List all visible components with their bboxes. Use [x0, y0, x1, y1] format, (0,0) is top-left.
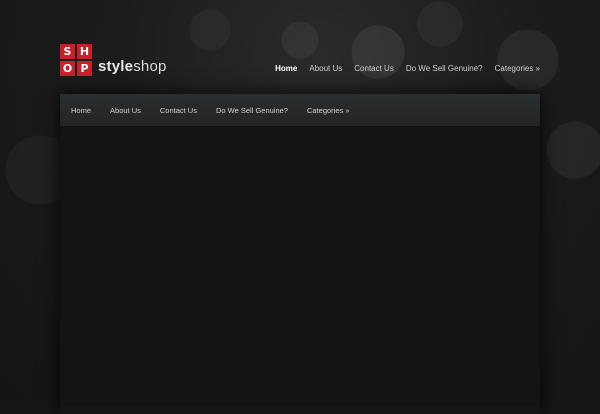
main-nav-list: Home About Us Contact Us Do We Sell Genu…: [60, 94, 540, 126]
top-nav: Home About Us Contact Us Do We Sell Genu…: [275, 63, 540, 75]
main-nav-contact-us[interactable]: Contact Us: [160, 106, 197, 115]
main-nav-about-us[interactable]: About Us: [110, 106, 141, 115]
top-nav-contact-us[interactable]: Contact Us: [354, 63, 394, 75]
content-area: [60, 126, 540, 406]
main-nav-bar: Home About Us Contact Us Do We Sell Genu…: [60, 94, 540, 127]
top-nav-do-we-sell-genuine[interactable]: Do We Sell Genuine?: [406, 63, 483, 75]
main-nav-do-we-sell-genuine[interactable]: Do We Sell Genuine?: [216, 106, 288, 115]
logo[interactable]: S H O P: [60, 44, 92, 76]
logo-tile-p: P: [77, 61, 92, 76]
top-nav-home[interactable]: Home: [275, 63, 297, 75]
brand-name[interactable]: styleshop: [98, 58, 167, 76]
brand-name-strong: style: [98, 58, 134, 75]
main-nav-home[interactable]: Home: [71, 106, 91, 115]
top-nav-about-us[interactable]: About Us: [309, 63, 342, 75]
main-nav-categories[interactable]: Categories »: [307, 106, 350, 115]
logo-tile-o: O: [60, 61, 75, 76]
top-nav-categories[interactable]: Categories »: [495, 63, 540, 75]
brand-name-light: shop: [133, 58, 167, 75]
logo-tile-h: H: [77, 44, 92, 59]
logo-tile-s: S: [60, 44, 75, 59]
